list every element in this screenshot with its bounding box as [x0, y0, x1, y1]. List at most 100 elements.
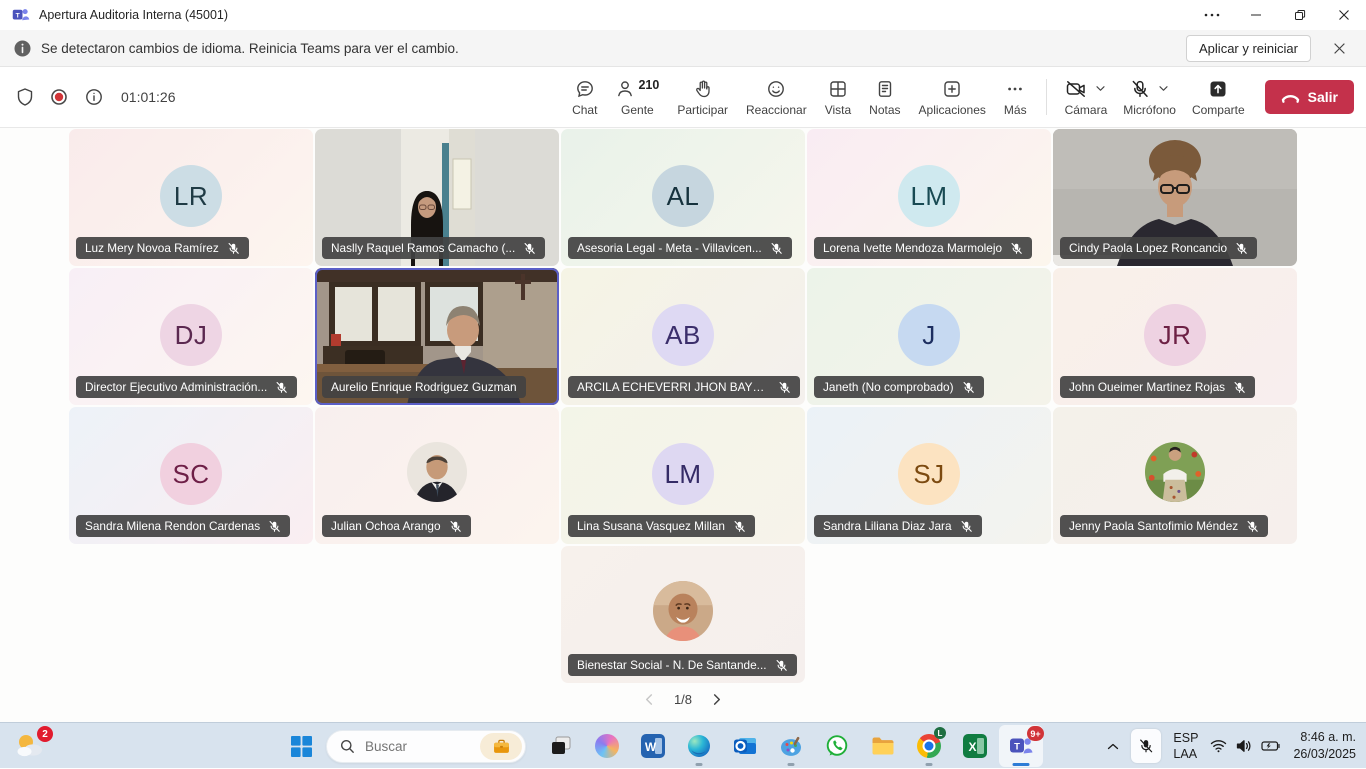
microphone-button[interactable]: Micrófono [1123, 78, 1176, 117]
search-highlight-briefcase-icon[interactable] [480, 733, 522, 760]
taskbar-app-teams[interactable]: T9+ [999, 725, 1043, 767]
participant-tile[interactable]: LM Lorena Ivette Mendoza Marmolejo [807, 129, 1051, 266]
participant-nameplate: Aurelio Enrique Rodriguez Guzman [322, 376, 526, 398]
participant-tile[interactable]: LRLuz Mery Novoa Ramírez [69, 129, 313, 266]
participant-tile[interactable]: SCSandra Milena Rendon Cardenas [69, 407, 313, 544]
participant-tile[interactable]: Aurelio Enrique Rodriguez Guzman [315, 268, 559, 405]
participant-name: Jenny Paola Santofimio Méndez [1069, 519, 1238, 533]
camera-button[interactable]: Cámara [1065, 78, 1108, 117]
search-input[interactable] [365, 739, 475, 754]
participant-tile[interactable]: JRJohn Oueimer Martinez Rojas [1053, 268, 1297, 405]
participant-tile[interactable]: Cindy Paola Lopez Roncancio [1053, 129, 1297, 266]
participant-tile[interactable]: Julian Ochoa Arango [315, 407, 559, 544]
avatar-initials: LM [898, 165, 960, 227]
toolbar-button-aplicaciones[interactable]: Aplicaciones [910, 78, 995, 117]
participant-name: Cindy Paola Lopez Roncancio [1069, 241, 1227, 255]
microphone-options-chevron-icon[interactable] [1158, 85, 1169, 92]
participant-tile[interactable]: SJSandra Liliana Diaz Jara [807, 407, 1051, 544]
gallery-pagination: 1/8 [0, 692, 1366, 707]
start-button[interactable] [281, 726, 321, 766]
participant-tile[interactable]: ABARCILA ECHEVERRI JHON BAYRO... [561, 268, 805, 405]
toolbar-button-notas[interactable]: Notas [860, 78, 909, 117]
app-running-indicator [926, 763, 933, 766]
microphone-label: Micrófono [1123, 103, 1176, 117]
apply-restart-button[interactable]: Aplicar y reiniciar [1186, 35, 1311, 62]
toolbar-button-gente[interactable]: 210Gente [606, 78, 668, 117]
meeting-info-icon[interactable] [84, 87, 104, 107]
participant-nameplate: Cindy Paola Lopez Roncancio [1060, 237, 1257, 259]
toolbar-button-label: Más [1004, 103, 1027, 117]
avatar-initials: DJ [160, 304, 222, 366]
avatar-photo [1144, 441, 1206, 503]
info-icon [14, 40, 31, 57]
shield-icon[interactable] [16, 87, 34, 107]
weather-widget[interactable]: 2 [13, 731, 49, 761]
share-button[interactable]: Comparte [1192, 78, 1245, 117]
taskbar-app-whatsapp[interactable] [815, 725, 859, 767]
maximize-button[interactable] [1278, 0, 1322, 30]
camera-options-chevron-icon[interactable] [1095, 85, 1106, 92]
mic-muted-icon [778, 381, 791, 394]
notification-close-icon[interactable] [1333, 42, 1346, 55]
teams-app-icon: T [12, 6, 30, 24]
taskbar-app-word[interactable]: W [631, 725, 675, 767]
taskbar-app-paint[interactable] [769, 725, 813, 767]
taskbar-app-edge[interactable] [677, 725, 721, 767]
taskbar-app-excel[interactable]: X [953, 725, 997, 767]
window-menu-button[interactable] [1190, 0, 1234, 30]
app-running-indicator [1013, 763, 1030, 766]
close-button[interactable] [1322, 0, 1366, 30]
camera-label: Cámara [1065, 103, 1108, 117]
minimize-button[interactable] [1234, 0, 1278, 30]
mic-muted-icon [268, 520, 281, 533]
taskbar-app-file-explorer[interactable] [861, 725, 905, 767]
tray-chevron-up-icon[interactable] [1107, 743, 1119, 750]
next-page-button[interactable] [710, 693, 723, 706]
participant-tile[interactable]: Naslly Raquel Ramos Camacho (... [315, 129, 559, 266]
toolbar-button-label: Chat [572, 103, 597, 117]
teams-badge: 9+ [1027, 726, 1044, 741]
language-notification-bar: Se detectaron cambios de idioma. Reinici… [0, 30, 1366, 67]
participant-nameplate: ARCILA ECHEVERRI JHON BAYRO... [568, 376, 800, 398]
camera-off-icon [1065, 79, 1087, 99]
participant-tile[interactable]: JJaneth (No comprobado) [807, 268, 1051, 405]
language-indicator[interactable]: ESP LAA [1173, 730, 1198, 763]
participant-name: Lina Susana Vasquez Millan [577, 519, 725, 533]
toolbar-button-vista[interactable]: Vista [816, 78, 860, 117]
taskbar-app-chrome[interactable]: L [907, 725, 951, 767]
speaker-icon[interactable] [1236, 739, 1252, 753]
toolbar-button-participar[interactable]: Participar [668, 78, 737, 117]
taskbar-app-outlook[interactable] [723, 725, 767, 767]
chrome-badge: L [934, 727, 946, 739]
toolbar-button-reaccionar[interactable]: Reaccionar [737, 78, 816, 117]
participant-tile[interactable]: Jenny Paola Santofimio Méndez [1053, 407, 1297, 544]
mic-muted-icon [1233, 381, 1246, 394]
participant-tile[interactable]: DJDirector Ejecutivo Administración... [69, 268, 313, 405]
taskbar-app-task-view[interactable] [539, 725, 583, 767]
participant-tile[interactable]: ALAsesoria Legal - Meta - Villavicen... [561, 129, 805, 266]
svg-text:X: X [968, 740, 976, 754]
app-running-indicator [788, 763, 795, 766]
leave-label: Salir [1308, 89, 1338, 105]
leave-meeting-button[interactable]: Salir [1265, 80, 1354, 114]
previous-page-button[interactable] [643, 693, 656, 706]
participant-tile[interactable]: Bienestar Social - N. De Santande... [561, 546, 805, 683]
tray-microphone-muted-icon[interactable] [1131, 729, 1161, 763]
participant-name: Bienestar Social - N. De Santande... [577, 658, 767, 672]
avatar-photo [406, 441, 468, 503]
toolbar-button-label: Gente [621, 103, 654, 117]
chat-icon [575, 78, 595, 100]
participant-nameplate: Lorena Ivette Mendoza Marmolejo [814, 237, 1032, 259]
battery-icon[interactable] [1261, 740, 1281, 752]
window-titlebar: T Apertura Auditoria Interna (45001) [0, 0, 1366, 30]
wifi-icon[interactable] [1210, 739, 1227, 753]
share-screen-icon [1208, 79, 1228, 99]
taskbar-search[interactable] [326, 730, 526, 763]
toolbar-button-mas[interactable]: Más [995, 78, 1036, 117]
clock-datetime[interactable]: 8:46 a. m. 26/03/2025 [1293, 729, 1356, 763]
participant-tile[interactable]: LMLina Susana Vasquez Millan [561, 407, 805, 544]
toolbar-button-chat[interactable]: Chat [563, 78, 606, 117]
participant-name: Luz Mery Novoa Ramírez [85, 241, 219, 255]
taskbar-app-copilot[interactable] [585, 725, 629, 767]
gallery-row: LRLuz Mery Novoa RamírezNaslly Raquel Ra… [69, 129, 1297, 266]
